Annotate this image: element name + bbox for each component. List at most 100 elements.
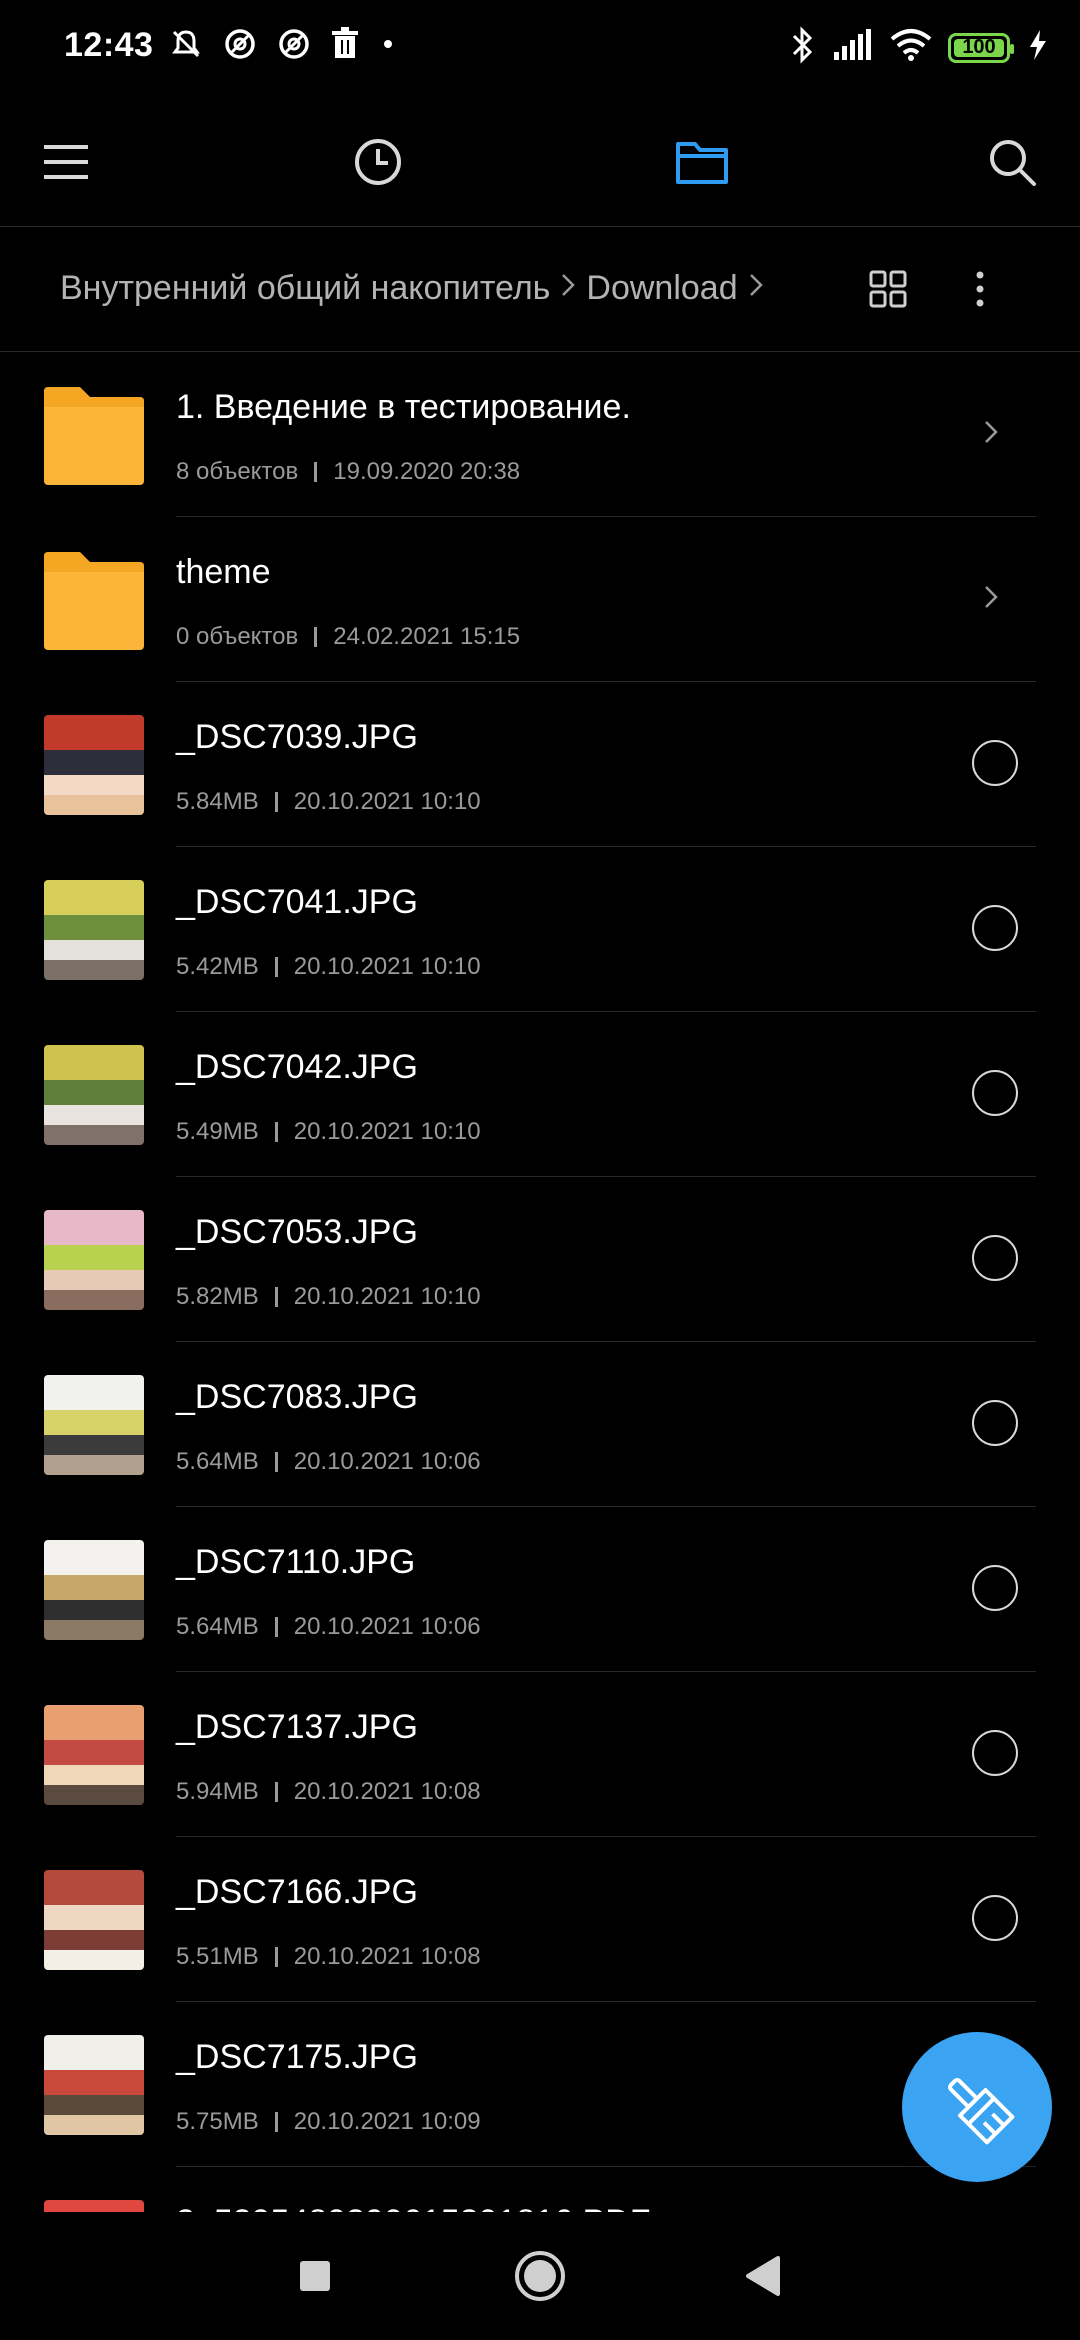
file-name: _DSC7166.JPG xyxy=(176,1873,418,1911)
breadcrumb-item-download[interactable]: Download xyxy=(586,269,737,308)
trash-icon xyxy=(330,26,360,67)
breadcrumb-item-storage[interactable]: Внутренний общий накопитель xyxy=(60,269,550,308)
dot-icon xyxy=(378,26,398,67)
file-date: 20.10.2021 10:10 xyxy=(293,1118,481,1145)
battery-icon: 100 xyxy=(948,32,1014,63)
search-icon[interactable] xyxy=(976,126,1048,198)
image-thumbnail xyxy=(44,880,144,980)
file-name: _DSC7053.JPG xyxy=(176,1213,418,1251)
vpn-icon xyxy=(276,26,312,67)
file-size: 8 объектов xyxy=(176,458,299,485)
list-item[interactable]: _DSC7166.JPG 5.51MB 20.10.2021 10:08 xyxy=(0,1837,1080,2002)
status-time: 12:43 xyxy=(64,26,154,64)
file-meta: 5.82MB 20.10.2021 10:10 xyxy=(176,1283,481,1311)
file-size: 5.42MB xyxy=(176,953,259,980)
file-list: 1. Введение в тестирование. 8 объектов 1… xyxy=(0,352,1080,2212)
select-checkbox[interactable] xyxy=(972,1895,1018,1941)
list-item[interactable]: _DSC7039.JPG 5.84MB 20.10.2021 10:10 xyxy=(0,682,1080,847)
file-meta: 5.64MB 20.10.2021 10:06 xyxy=(176,1448,481,1476)
file-meta: 5.64MB 20.10.2021 10:06 xyxy=(176,1613,481,1641)
file-name: 1. Введение в тестирование. xyxy=(176,388,631,426)
file-meta: 5.84MB 20.10.2021 10:10 xyxy=(176,788,481,816)
list-item[interactable]: 1. Введение в тестирование. 8 объектов 1… xyxy=(0,352,1080,517)
file-name: _DSC7041.JPG xyxy=(176,883,418,921)
file-date: 20.10.2021 10:06 xyxy=(293,1613,481,1640)
select-checkbox[interactable] xyxy=(972,905,1018,951)
select-checkbox[interactable] xyxy=(972,1070,1018,1116)
folder-icon xyxy=(44,385,144,485)
status-right-icons: 100 xyxy=(788,26,1050,69)
pdf-icon xyxy=(44,2200,144,2212)
file-date: 20.10.2021 10:10 xyxy=(293,1283,481,1310)
image-thumbnail xyxy=(44,1375,144,1475)
more-icon[interactable] xyxy=(948,257,1012,321)
file-size: 5.82MB xyxy=(176,1283,259,1310)
broom-clean-icon xyxy=(947,2077,1015,2145)
select-checkbox[interactable] xyxy=(972,1730,1018,1776)
file-meta: 8 объектов 19.09.2020 20:38 xyxy=(176,458,520,486)
list-item[interactable]: _DSC7137.JPG 5.94MB 20.10.2021 10:08 xyxy=(0,1672,1080,1837)
select-checkbox[interactable] xyxy=(972,740,1018,786)
select-checkbox[interactable] xyxy=(972,1235,1018,1281)
file-meta: 0 объектов 24.02.2021 15:15 xyxy=(176,623,520,651)
breadcrumb-bar: Внутренний общий накопитель Download xyxy=(0,227,1080,352)
recent-clock-icon[interactable] xyxy=(342,126,414,198)
list-item[interactable]: _DSC7110.JPG 5.64MB 20.10.2021 10:06 xyxy=(0,1507,1080,1672)
file-name: _DSC7083.JPG xyxy=(176,1378,418,1416)
home-circle-icon[interactable] xyxy=(508,2244,572,2308)
navigation-bar xyxy=(0,2212,1080,2340)
file-date: 20.10.2021 10:10 xyxy=(293,788,481,815)
chevron-right-icon xyxy=(748,269,764,308)
image-thumbnail xyxy=(44,1045,144,1145)
list-item[interactable]: _DSC7041.JPG 5.42MB 20.10.2021 10:10 xyxy=(0,847,1080,1012)
file-date: 20.10.2021 10:08 xyxy=(293,1943,481,1970)
image-thumbnail xyxy=(44,1870,144,1970)
wifi-icon xyxy=(890,28,932,67)
file-meta: 5.75MB 20.10.2021 10:09 xyxy=(176,2108,481,2136)
file-meta: 5.51MB 20.10.2021 10:08 xyxy=(176,1943,481,1971)
list-item[interactable]: theme 0 объектов 24.02.2021 15:15 xyxy=(0,517,1080,682)
chevron-right-icon xyxy=(560,269,576,308)
list-item[interactable]: _DSC7083.JPG 5.64MB 20.10.2021 10:06 xyxy=(0,1342,1080,1507)
image-thumbnail xyxy=(44,1705,144,1805)
file-name: _DSC7039.JPG xyxy=(176,718,418,756)
back-triangle-icon[interactable] xyxy=(730,2244,794,2308)
file-date: 19.09.2020 20:38 xyxy=(333,458,521,485)
breadcrumb: Внутренний общий накопитель Download xyxy=(60,269,774,308)
list-item[interactable]: _DSC7042.JPG 5.49MB 20.10.2021 10:10 xyxy=(0,1012,1080,1177)
chevron-right-icon xyxy=(982,581,1000,618)
signal-icon xyxy=(832,28,874,67)
status-left-icons xyxy=(168,26,398,67)
chevron-right-icon xyxy=(982,416,1000,453)
image-thumbnail xyxy=(44,2035,144,2135)
file-date: 20.10.2021 10:06 xyxy=(293,1448,481,1475)
toolbar xyxy=(0,96,1080,227)
file-meta: 5.94MB 20.10.2021 10:08 xyxy=(176,1778,481,1806)
file-meta: 5.42MB 20.10.2021 10:10 xyxy=(176,953,481,981)
file-size: 5.94MB xyxy=(176,1778,259,1805)
status-bar: 12:43 100 xyxy=(0,0,1080,96)
list-item[interactable]: _DSC7053.JPG 5.82MB 20.10.2021 10:10 xyxy=(0,1177,1080,1342)
file-name: _DSC7042.JPG xyxy=(176,1048,418,1086)
grid-view-icon[interactable] xyxy=(856,257,920,321)
image-thumbnail xyxy=(44,1540,144,1640)
menu-icon[interactable] xyxy=(30,126,102,198)
file-name: theme xyxy=(176,553,271,591)
list-item[interactable]: 2_5395489390615201816.PDF xyxy=(0,2167,1080,2212)
select-checkbox[interactable] xyxy=(972,1565,1018,1611)
recents-square-icon[interactable] xyxy=(283,2244,347,2308)
file-date: 20.10.2021 10:10 xyxy=(293,953,481,980)
file-date: 20.10.2021 10:09 xyxy=(293,2108,481,2135)
file-meta: 5.49MB 20.10.2021 10:10 xyxy=(176,1118,481,1146)
file-size: 0 объектов xyxy=(176,623,299,650)
image-thumbnail xyxy=(44,1210,144,1310)
select-checkbox[interactable] xyxy=(972,1400,1018,1446)
file-size: 5.51MB xyxy=(176,1943,259,1970)
battery-level: 100 xyxy=(962,36,996,58)
file-name: 2_5395489390615201816.PDF xyxy=(176,2203,651,2212)
file-name: _DSC7137.JPG xyxy=(176,1708,418,1746)
charging-icon xyxy=(1026,28,1050,67)
vpn-icon xyxy=(222,26,258,67)
clean-fab-button[interactable] xyxy=(902,2032,1052,2182)
folder-icon[interactable] xyxy=(666,126,738,198)
